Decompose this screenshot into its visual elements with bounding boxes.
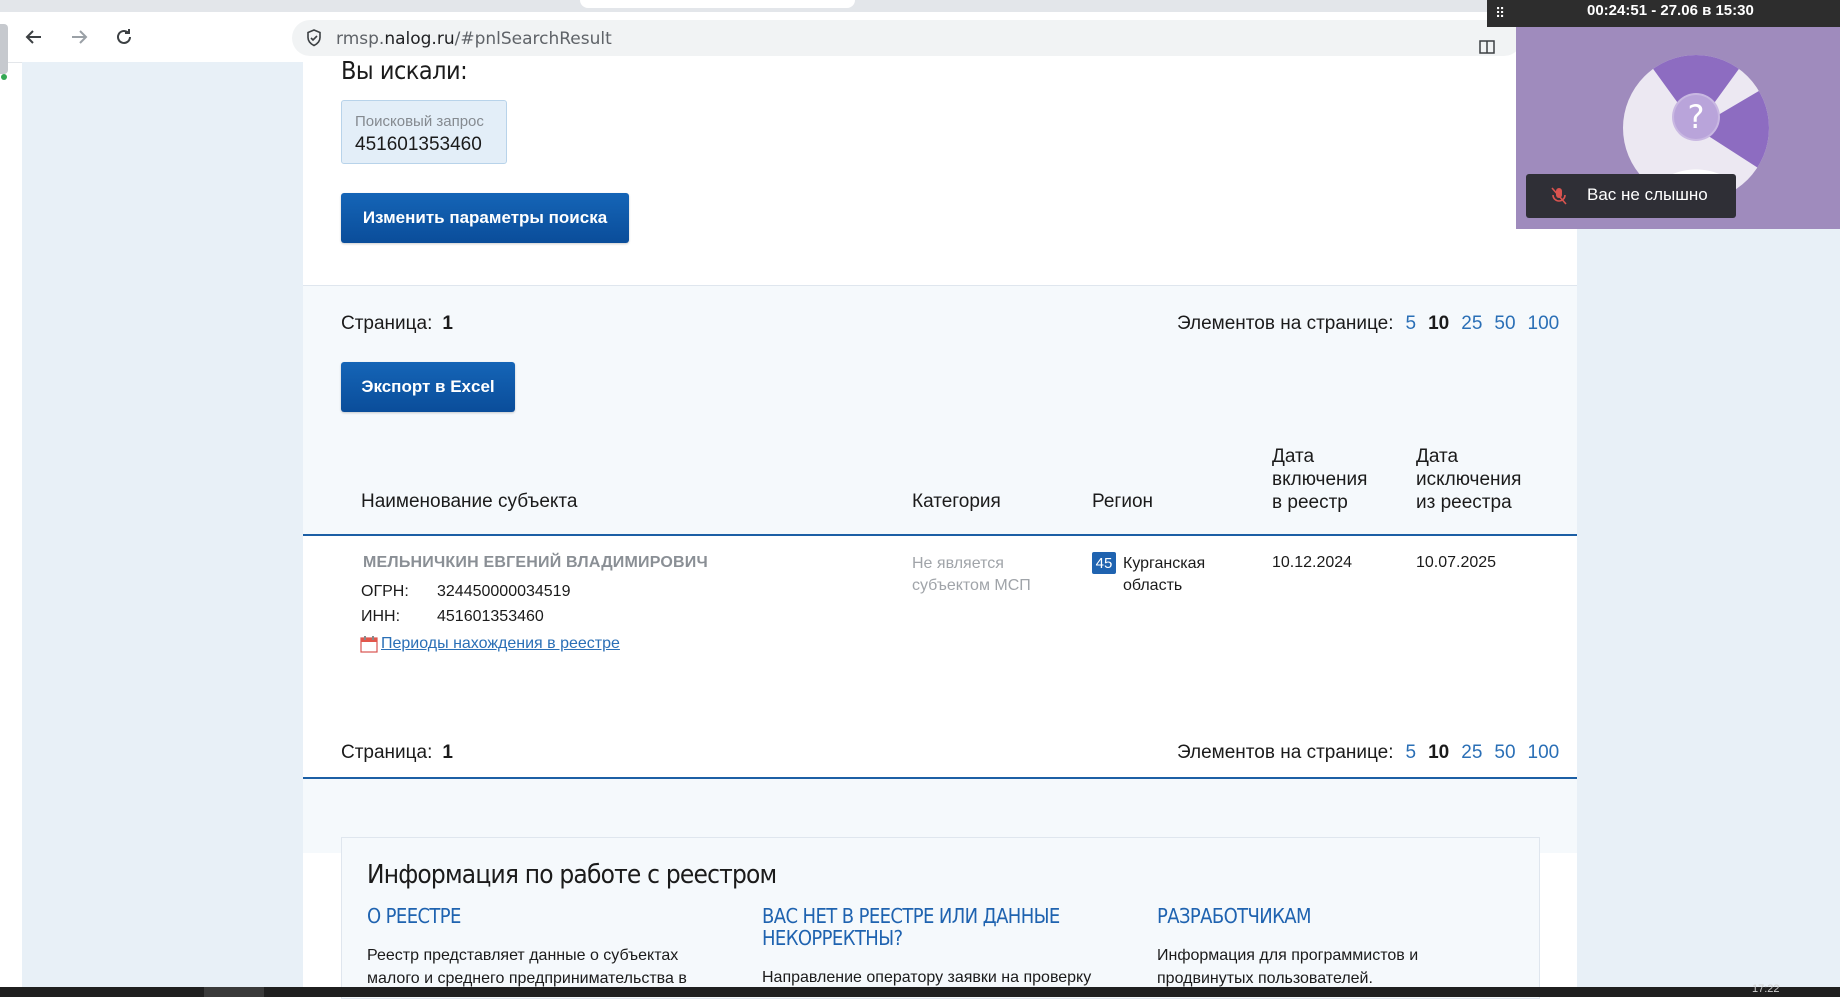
back-arrow-icon xyxy=(25,30,41,44)
col-header-excl-line1: Дата xyxy=(1416,446,1459,467)
per-page-label-bottom: Элементов на странице: xyxy=(1177,742,1394,763)
region-line2: область xyxy=(1123,577,1183,594)
meeting-titlebar[interactable]: ⠿ 00:24:51 - 27.06 в 15:30 xyxy=(1487,0,1840,27)
developers-link[interactable]: РАЗРАБОТЧИКАМ xyxy=(1157,905,1312,927)
side-edge xyxy=(0,24,8,74)
site-info-icon[interactable] xyxy=(304,28,324,48)
subject-name: МЕЛЬНИЧКИН ЕВГЕНИЙ ВЛАДИМИРОВИЧ xyxy=(363,554,708,571)
url-path: /#pnlSearchResult xyxy=(454,29,612,49)
col-header-excl-line3: из реестра xyxy=(1416,492,1512,513)
category-line1: Не является xyxy=(912,555,1004,572)
reading-mode-icon[interactable] xyxy=(1478,38,1496,56)
query-label: Поисковый запрос xyxy=(355,113,484,130)
registry-info-card: Информация по работе с реестром О РЕЕСТР… xyxy=(341,837,1540,999)
pagination-top: Страница: 1 xyxy=(341,313,453,335)
inn-label: ИНН: xyxy=(361,608,401,625)
periods-link[interactable]: Периоды нахождения в реестре xyxy=(360,635,620,653)
info-title: Информация по работе с реестром xyxy=(367,860,777,890)
ogrn-value: 324450000034519 xyxy=(437,583,571,600)
per-page-option-25[interactable]: 25 xyxy=(1461,313,1482,335)
per-page-option-100[interactable]: 100 xyxy=(1528,313,1560,335)
reload-icon xyxy=(117,29,131,44)
os-taskbar: 17:22 xyxy=(0,983,1840,997)
category-line2: субъектом МСП xyxy=(912,577,1031,594)
drag-handle-icon[interactable]: ⠿ xyxy=(1495,5,1505,22)
address-bar[interactable]: rmsp.nalog.ru/#pnlSearchResult xyxy=(292,20,1522,56)
avatar-question-mark: ? xyxy=(1688,98,1705,136)
col-header-incl-line1: Дата xyxy=(1272,446,1315,467)
forward-button[interactable] xyxy=(65,23,93,51)
not-in-registry-line2: НЕКОРРЕКТНЫ? xyxy=(762,926,903,950)
developers-text-1: Информация для программистов и xyxy=(1157,947,1419,964)
per-page-option-5-bottom[interactable]: 5 xyxy=(1406,742,1417,764)
query-chip: Поисковый запрос 451601353460 xyxy=(341,100,507,164)
ogrn-line: ОГРН: 324450000034519 xyxy=(361,583,570,601)
export-excel-button[interactable]: Экспорт в Excel xyxy=(341,362,515,412)
about-registry-text: Реестр представляет данные о субъектах м… xyxy=(367,944,687,990)
category-value: Не является субъектом МСП xyxy=(912,553,1031,597)
developers-text: Информация для программистов и продвинут… xyxy=(1157,944,1418,990)
mute-indicator: Вас не слышно xyxy=(1526,174,1736,218)
taskbar-clock: 17:22 xyxy=(1752,983,1780,995)
col-header-category: Категория xyxy=(912,491,1001,512)
per-page-option-5[interactable]: 5 xyxy=(1406,313,1417,335)
url-text: rmsp.nalog.ru/#pnlSearchResult xyxy=(336,29,612,49)
col-header-region: Регион xyxy=(1092,491,1154,512)
not-in-registry-text: Направление оператору заявки на проверку xyxy=(762,969,1092,986)
per-page-top: Элементов на странице: 5 10 25 50 100 xyxy=(1177,313,1559,335)
per-page-option-10[interactable]: 10 xyxy=(1428,313,1449,335)
col-header-excl-line2: исключения xyxy=(1416,469,1522,490)
page-number-bottom: 1 xyxy=(442,742,453,763)
back-button[interactable] xyxy=(20,23,48,51)
ogrn-label: ОГРН: xyxy=(361,583,409,600)
page-label-bottom: Страница: xyxy=(341,742,433,763)
calendar-icon xyxy=(360,636,378,653)
url-prefix: rmsp. xyxy=(336,29,385,49)
search-heading: Вы искали: xyxy=(341,56,468,85)
active-tab[interactable] xyxy=(580,0,855,8)
status-dot xyxy=(1,74,7,80)
per-page-option-10-bottom[interactable]: 10 xyxy=(1428,742,1449,764)
query-value: 451601353460 xyxy=(355,134,482,155)
per-page-option-100-bottom[interactable]: 100 xyxy=(1528,742,1560,764)
per-page-option-25-bottom[interactable]: 25 xyxy=(1461,742,1482,764)
forward-arrow-icon xyxy=(72,30,88,44)
region-line1: Курганская xyxy=(1123,555,1206,572)
region-name: Курганская область xyxy=(1123,553,1205,597)
region-code-badge: 45 xyxy=(1092,552,1116,574)
taskbar-active-app[interactable] xyxy=(204,987,264,997)
inn-value: 451601353460 xyxy=(437,608,544,625)
inn-line: ИНН: 451601353460 xyxy=(361,608,544,626)
date-excluded: 10.07.2025 xyxy=(1416,554,1497,571)
page-number: 1 xyxy=(442,313,453,334)
meeting-timestamp: 00:24:51 - 27.06 в 15:30 xyxy=(1587,2,1754,19)
date-included: 10.12.2024 xyxy=(1272,554,1353,571)
per-page-bottom: Элементов на странице: 5 10 25 50 100 xyxy=(1177,742,1559,764)
not-in-registry-line1: ВАС НЕТ В РЕЕСТРЕ ИЛИ ДАННЫЕ xyxy=(762,904,1060,928)
change-search-button[interactable]: Изменить параметры поиска xyxy=(341,193,629,243)
col-header-date-excluded: Дата исключения из реестра xyxy=(1416,445,1521,514)
per-page-option-50-bottom[interactable]: 50 xyxy=(1494,742,1515,764)
about-registry-link[interactable]: О РЕЕСТРЕ xyxy=(367,905,461,927)
col-header-incl-line2: включения xyxy=(1272,469,1368,490)
per-page-label: Элементов на странице: xyxy=(1177,313,1394,334)
periods-link-text: Периоды нахождения в реестре xyxy=(381,635,620,652)
meeting-video-panel[interactable]: ? Вас не слышно xyxy=(1516,27,1840,229)
url-domain: nalog.ru xyxy=(384,29,455,49)
reload-button[interactable] xyxy=(110,23,138,51)
mute-text: Вас не слышно xyxy=(1587,185,1708,204)
not-in-registry-link[interactable]: ВАС НЕТ В РЕЕСТРЕ ИЛИ ДАННЫЕ НЕКОРРЕКТНЫ… xyxy=(762,905,1060,949)
about-registry-text-1: Реестр представляет данные о субъектах xyxy=(367,947,679,964)
col-header-date-included: Дата включения в реестр xyxy=(1272,445,1367,514)
per-page-option-50[interactable]: 50 xyxy=(1494,313,1515,335)
col-header-incl-line3: в реестр xyxy=(1272,492,1348,513)
col-header-name: Наименование субъекта xyxy=(361,491,578,512)
main-content: Вы искали: Поисковый запрос 451601353460… xyxy=(303,56,1577,999)
mic-off-icon xyxy=(1551,187,1567,205)
pagination-bottom: Страница: 1 xyxy=(341,742,453,764)
page-label: Страница: xyxy=(341,313,433,334)
